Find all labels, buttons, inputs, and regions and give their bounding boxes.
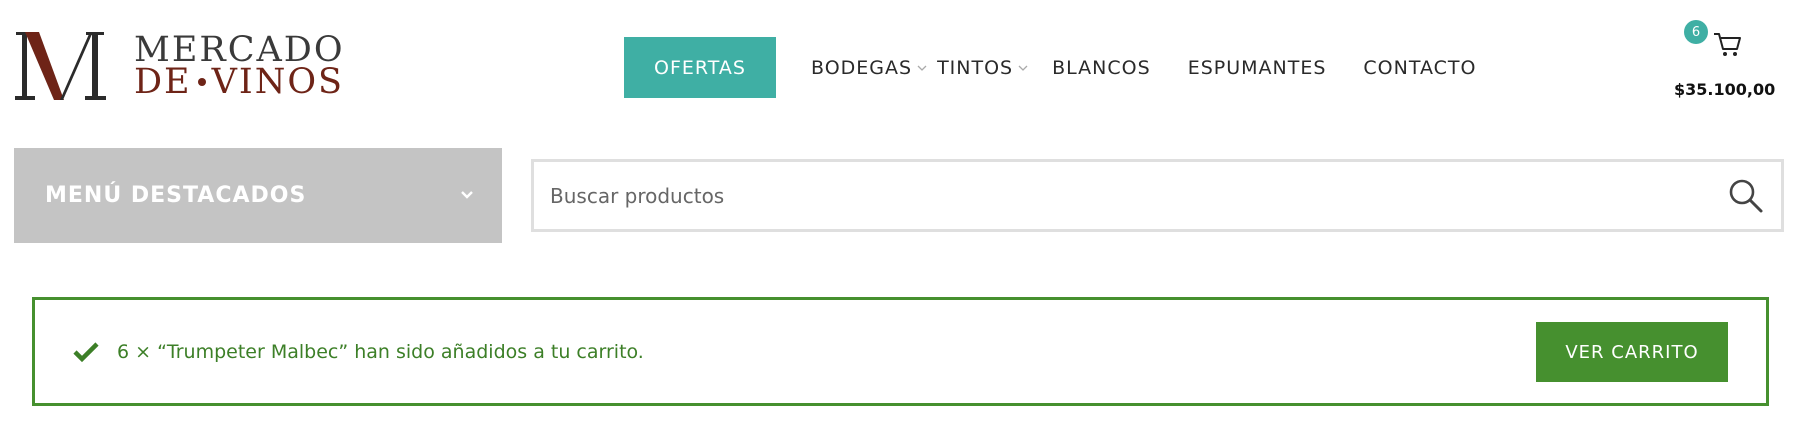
logo-line-2-a: DE <box>134 62 192 102</box>
nav-item-label: TINTOS <box>937 56 1014 79</box>
nav-item-bodegas[interactable]: BODEGAS <box>811 37 927 98</box>
cart-total: $35.100,00 <box>1674 80 1776 99</box>
logo-dot <box>197 78 206 87</box>
nav-item-ofertas[interactable]: OFERTAS <box>624 37 776 98</box>
mini-cart[interactable]: 6 $35.100,00 <box>1670 20 1780 110</box>
view-cart-button[interactable]: VER CARRITO <box>1536 322 1728 382</box>
search-icon <box>1729 179 1763 212</box>
nav-item-label: BODEGAS <box>811 56 913 79</box>
nav-item-espumantes[interactable]: ESPUMANTES <box>1188 37 1327 98</box>
chevron-down-icon <box>1018 65 1028 71</box>
notice-message: 6 × “Trumpeter Malbec” han sido añadidos… <box>117 340 644 363</box>
logo-monogram-icon <box>15 32 106 100</box>
logo-wordmark: MERCADO DE VINOS <box>134 32 345 102</box>
nav-item-contacto[interactable]: CONTACTO <box>1363 37 1476 98</box>
cart-count-badge: 6 <box>1684 20 1708 44</box>
logo-line-2-b: VINOS <box>211 62 345 102</box>
cart-notice: 6 × “Trumpeter Malbec” han sido añadidos… <box>32 297 1769 406</box>
search-input[interactable] <box>534 162 1711 229</box>
check-icon <box>73 341 99 362</box>
chevron-down-icon <box>917 65 927 71</box>
nav-item-tintos[interactable]: TINTOS <box>937 37 1028 98</box>
featured-menu-label: MENÚ DESTACADOS <box>45 183 307 208</box>
nav-item-blancos[interactable]: BLANCOS <box>1052 37 1151 98</box>
search-bar <box>531 159 1784 232</box>
main-nav: OFERTAS BODEGAS TINTOS BLANCOS ESPUMANTE… <box>624 37 1476 98</box>
cart-icon <box>1714 33 1741 56</box>
logo-line-2: DE VINOS <box>134 62 345 102</box>
chevron-down-icon <box>461 191 473 199</box>
featured-menu-toggle[interactable]: MENÚ DESTACADOS <box>14 148 502 243</box>
search-button[interactable] <box>1711 162 1781 229</box>
site-logo[interactable]: MERCADO DE VINOS <box>14 30 345 102</box>
